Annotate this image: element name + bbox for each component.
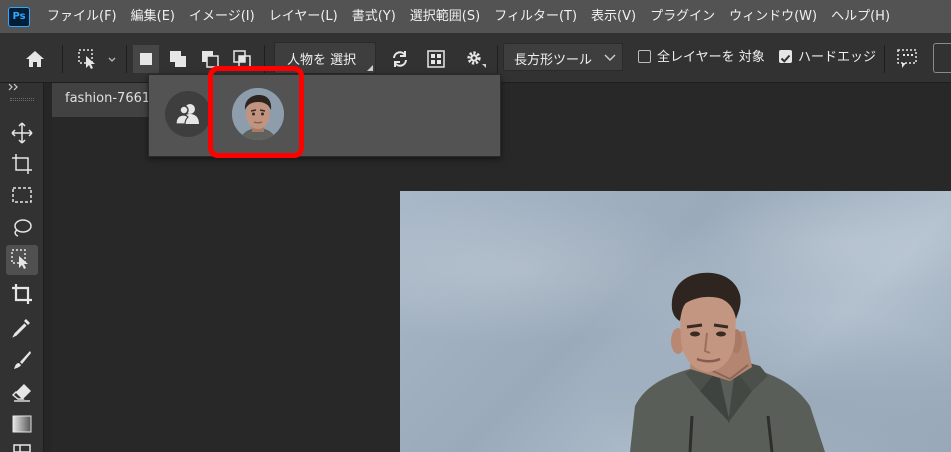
menu-plugins[interactable]: プラグイン (643, 0, 722, 33)
tool-artboard[interactable] (6, 149, 38, 179)
refresh-icon (393, 51, 407, 67)
new-selection-button[interactable] (133, 45, 159, 73)
hard-edge-checkbox[interactable] (779, 50, 792, 63)
select-subject-label: 人物を 選択 (287, 53, 357, 68)
object-selection-icon (11, 249, 28, 269)
crop-icon (12, 284, 32, 304)
document-tab-title: fashion-7661 (65, 91, 151, 106)
menu-file[interactable]: ファイル(F) (40, 0, 124, 33)
canvas-photo[interactable] (400, 191, 951, 452)
tool-mode-dropdown[interactable]: 長方形ツール (503, 43, 623, 71)
highlight-box (208, 66, 304, 158)
artboard-icon (12, 154, 32, 174)
select-and-mask-button[interactable] (894, 45, 922, 73)
marquee-icon (12, 187, 32, 203)
menu-layer[interactable]: レイヤー(L) (262, 0, 345, 33)
lasso-icon (14, 219, 32, 237)
tool-brush[interactable] (6, 345, 38, 375)
people-option-button[interactable] (165, 91, 211, 137)
separator (497, 45, 498, 73)
people-icon (175, 104, 199, 125)
share-button-partial[interactable] (933, 43, 951, 73)
new-selection-icon (140, 53, 152, 65)
menu-window[interactable]: ウィンドウ(W) (722, 0, 824, 33)
sample-all-layers-label: 全レイヤーを 対象 (657, 50, 765, 65)
mask-button[interactable] (423, 45, 449, 73)
tool-preset-picker[interactable] (74, 45, 118, 73)
tool-mode-value: 長方形ツール (514, 53, 593, 68)
tool-partial-icon (13, 444, 31, 452)
move-icon (11, 122, 33, 144)
menu-image[interactable]: イメージ(I) (182, 0, 262, 33)
gradient-icon (12, 415, 32, 433)
separator (62, 45, 63, 73)
corner-triangle-icon (367, 65, 373, 71)
chevron-down-icon (108, 57, 116, 62)
document-tab[interactable]: fashion-7661 (52, 83, 152, 117)
tools-panel (0, 83, 44, 452)
tool-lasso[interactable] (6, 213, 38, 243)
home-icon (26, 51, 44, 67)
brush-icon (14, 351, 31, 369)
menu-filter[interactable]: フィルター(T) (487, 0, 584, 33)
sample-all-layers-checkbox[interactable] (638, 50, 651, 63)
separator (126, 45, 127, 73)
refresh-button[interactable] (387, 45, 413, 73)
tool-object-selection[interactable] (6, 245, 38, 275)
checkmark-icon (780, 54, 791, 63)
photoshop-logo-icon[interactable]: Ps (8, 6, 30, 27)
eraser-icon (11, 384, 31, 402)
tool-move[interactable] (6, 118, 38, 148)
menu-bar: Ps ファイル(F) 編集(E) イメージ(I) レイヤー(L) 書式(Y) 選… (0, 0, 951, 33)
select-subject-popup (148, 74, 501, 157)
tool-eyedropper[interactable] (6, 312, 38, 342)
menu-edit[interactable]: 編集(E) (124, 0, 182, 33)
tool-crop[interactable] (6, 279, 38, 309)
expand-panel-icon[interactable] (8, 83, 20, 91)
menu-view[interactable]: 表示(V) (584, 0, 643, 33)
tool-gradient[interactable] (6, 409, 38, 439)
tool-rectangular-marquee[interactable] (6, 180, 38, 210)
add-selection-icon (170, 51, 186, 67)
tool-type-partial[interactable] (6, 441, 38, 452)
mask-icon (427, 50, 445, 68)
menu-type[interactable]: 書式(Y) (345, 0, 403, 33)
select-mask-icon (897, 49, 917, 68)
chevron-down-icon (604, 54, 616, 61)
menu-select[interactable]: 選択範囲(S) (403, 0, 487, 33)
home-button[interactable] (22, 47, 48, 71)
separator (884, 45, 885, 73)
tool-eraser[interactable] (6, 377, 38, 407)
eyedropper-icon (12, 319, 30, 338)
gear-icon (467, 51, 486, 68)
settings-button[interactable] (460, 45, 490, 73)
menu-help[interactable]: ヘルプ(H) (824, 0, 897, 33)
panel-grip[interactable] (10, 98, 34, 101)
object-selection-icon (78, 49, 116, 69)
photo-subject (630, 272, 825, 452)
hard-edge-label: ハードエッジ (798, 50, 877, 65)
add-selection-button[interactable] (165, 45, 191, 73)
